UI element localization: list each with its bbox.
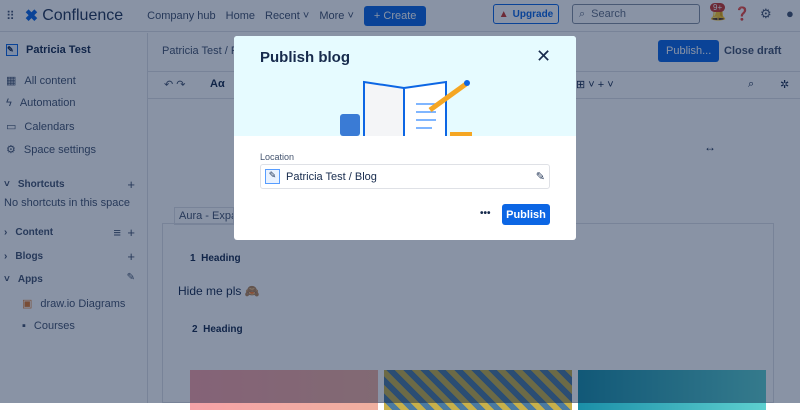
space-icon: ✎ xyxy=(265,169,280,184)
dialog-title: Publish blog xyxy=(260,49,350,66)
more-options-button[interactable]: ••• xyxy=(480,208,491,219)
close-icon[interactable]: ✕ xyxy=(536,46,551,67)
location-value: Patricia Test / Blog xyxy=(286,170,377,183)
location-label: Location xyxy=(260,152,295,162)
location-field[interactable]: ✎ Patricia Test / Blog ✎ xyxy=(260,164,550,189)
publish-blog-dialog: Publish blog ✕ Location ✎ Patricia Test … xyxy=(234,36,576,240)
publish-button[interactable]: Publish xyxy=(502,204,550,225)
edit-icon[interactable]: ✎ xyxy=(536,170,545,183)
